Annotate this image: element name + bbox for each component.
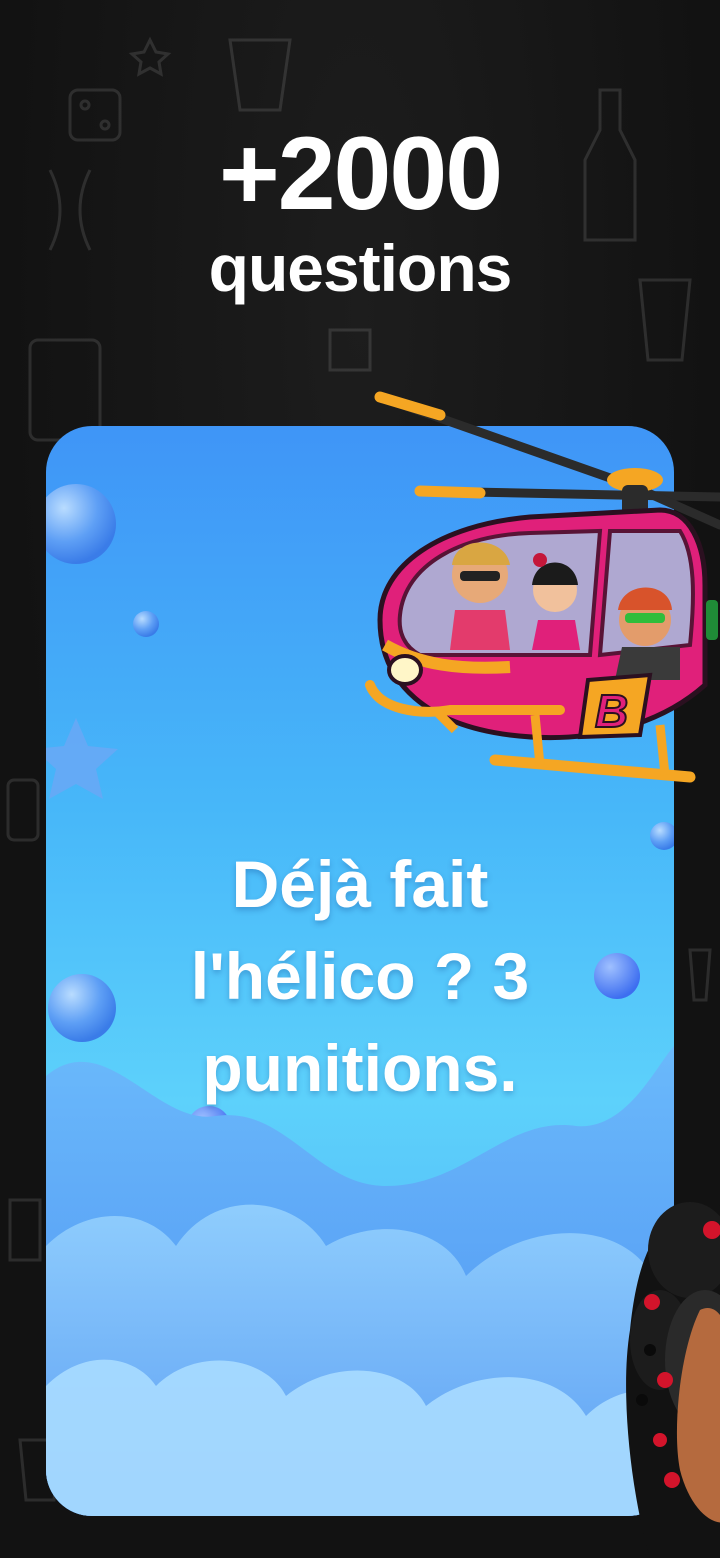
question-count-label: questions [208, 231, 513, 305]
svg-text:B: B [595, 685, 628, 737]
party-character-illustration [626, 1200, 720, 1558]
promo-screen: +2000 questions Déjà fait l'hélico ? 3 p… [0, 0, 720, 1558]
question-text: Déjà fait l'hélico ? 3 punitions. [190, 847, 530, 1105]
headline: +2000 questions [0, 118, 720, 306]
star-icon [46, 718, 118, 799]
question-count: +2000 [218, 116, 503, 232]
helicopter-illustration: B [365, 391, 720, 783]
